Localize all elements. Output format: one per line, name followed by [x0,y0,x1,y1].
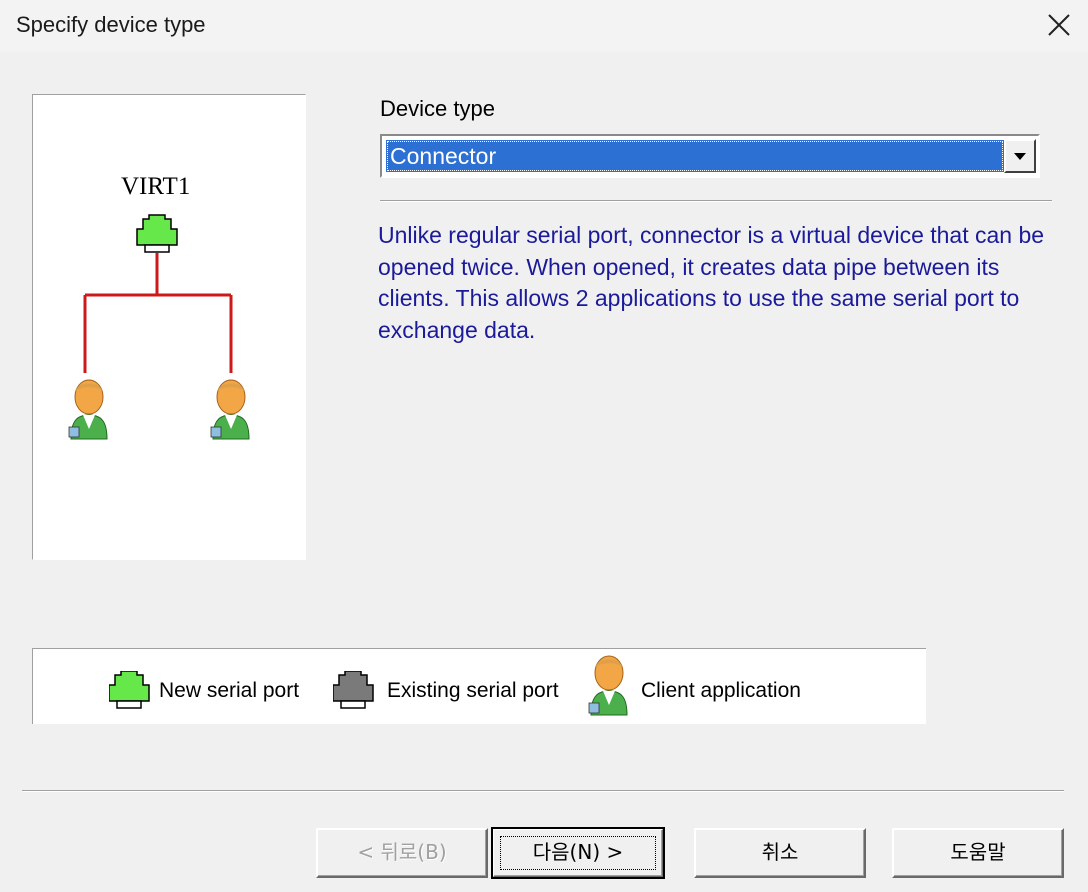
device-type-label: Device type [380,96,495,121]
legend-label: Existing serial port [387,679,559,702]
existing-serial-port-icon [333,671,374,709]
diagram-panel: VIRT1 [32,94,306,560]
window-title: Specify device type [16,12,206,37]
title-bar: Specify device type [0,0,1088,52]
cancel-button[interactable]: 취소 [694,828,866,878]
device-description: Unlike regular serial port, connector is… [378,222,1045,343]
connector-diagram [68,214,250,440]
next-button[interactable]: 다음(N) > [491,827,665,879]
connector-lines [83,253,233,373]
focus-rect [500,836,656,870]
client-application-icon [210,379,250,440]
legend-label: Client application [641,679,801,702]
back-button[interactable]: < 뒤로(B) [316,828,488,878]
client-application-icon [588,655,628,716]
help-button[interactable]: 도움말 [892,828,1064,878]
new-serial-port-icon [109,671,150,709]
new-serial-port-icon [136,214,178,253]
divider [380,200,1052,202]
bottom-divider [22,790,1064,792]
legend-label: New serial port [159,679,300,702]
dropdown-arrow-icon[interactable] [1004,139,1036,173]
legend-panel: New serial port Existing serial port Cli… [32,648,926,724]
device-type-select[interactable]: Connector [380,134,1040,178]
close-icon [1048,14,1070,36]
close-button[interactable] [1044,10,1074,40]
device-name-label: VIRT1 [121,173,191,200]
device-type-selected-value: Connector [386,140,1004,172]
client-application-icon [68,379,108,440]
